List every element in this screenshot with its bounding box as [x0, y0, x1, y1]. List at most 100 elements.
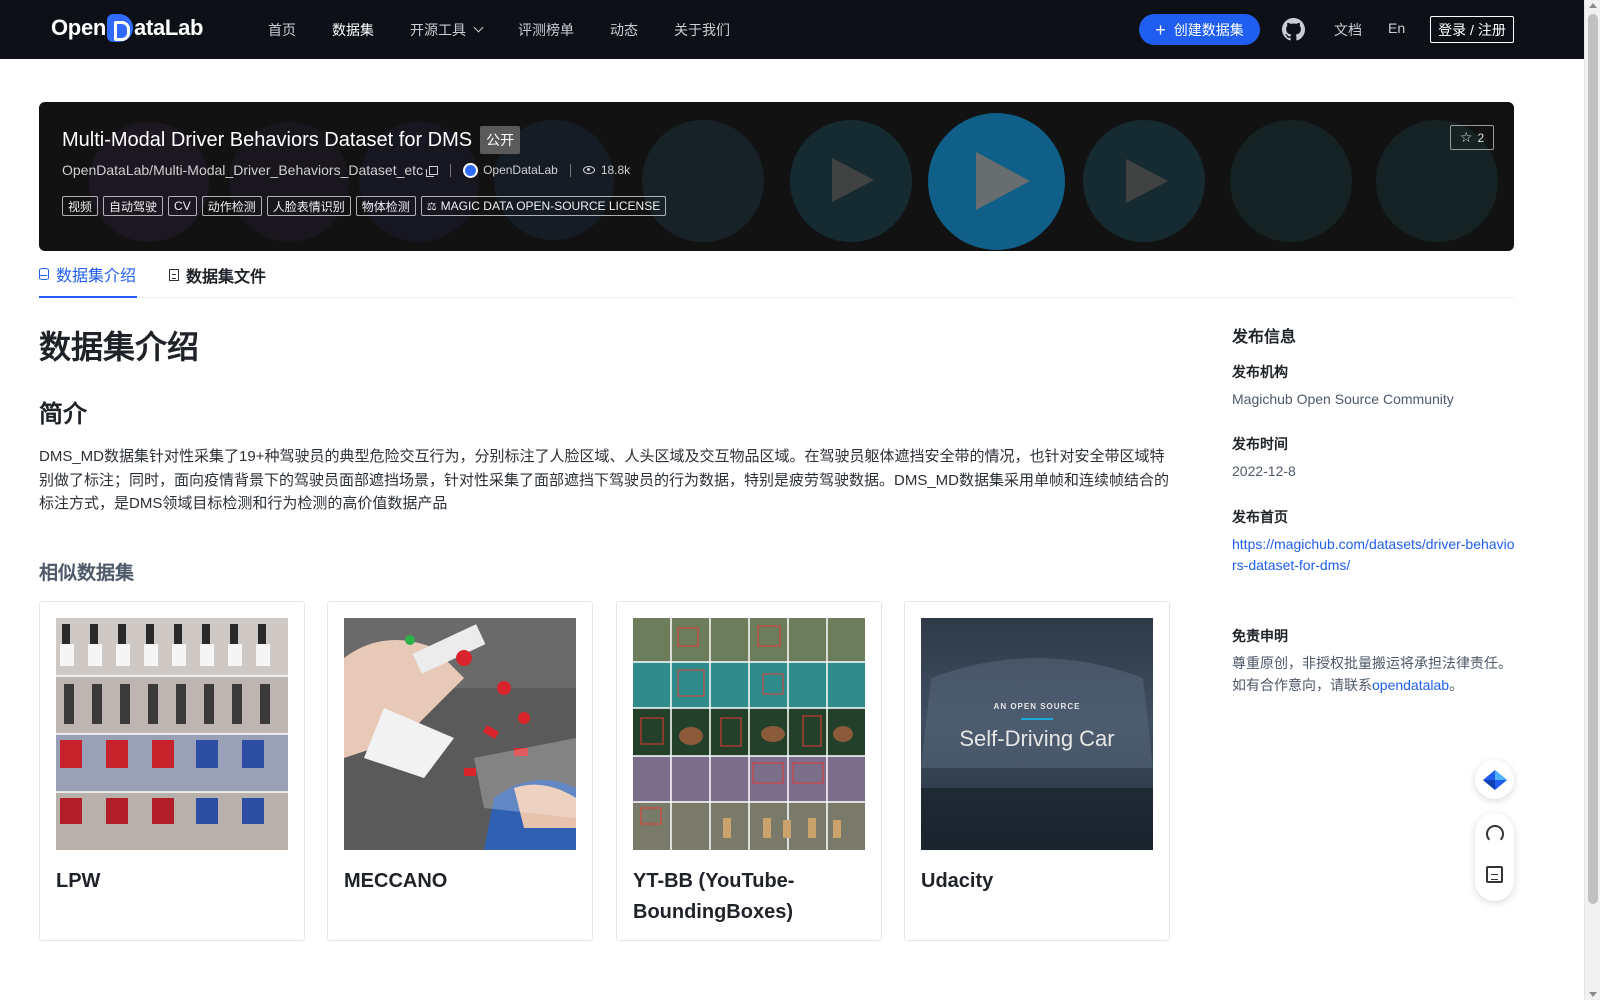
meta-divider — [569, 163, 571, 177]
dataset-description: DMS_MD数据集针对性采集了19+种驾驶员的典型危险交互行为，分别标注了人脸区… — [39, 448, 1170, 512]
eye-icon — [582, 166, 595, 174]
meccano-thumbnail-image — [344, 618, 576, 850]
disclaimer-line-2-prefix: 如有合作意向，请联系 — [1232, 677, 1372, 693]
create-dataset-button[interactable]: + 创建数据集 — [1139, 14, 1260, 45]
top-nav: Open ataLab 首页 数据集 开源工具 评测榜单 动态 关于我们 + 创… — [0, 0, 1584, 59]
tag[interactable]: 视频 — [62, 196, 99, 216]
homepage-label: 发布首页 — [1232, 509, 1288, 525]
language-switch[interactable]: En — [1388, 20, 1405, 36]
publish-date-value: 2022-12-8 — [1232, 463, 1296, 479]
lpw-thumbnail-image — [56, 618, 288, 850]
scroll-thumb[interactable] — [1588, 14, 1598, 904]
license-scale-icon: ⚖ — [426, 200, 437, 213]
license-tag[interactable]: ⚖ MAGIC DATA OPEN-SOURCE LICENSE — [420, 196, 667, 216]
nav-link-tools-label: 开源工具 — [410, 21, 466, 38]
tag[interactable]: CV — [168, 196, 197, 216]
disclaimer-line-2: 如有合作意向，请联系opendatalab。 — [1232, 674, 1522, 696]
logo-text-left: Open — [51, 15, 107, 40]
license-label: MAGIC DATA OPEN-SOURCE LICENSE — [440, 199, 661, 213]
visibility-badge: 公开 — [480, 126, 521, 154]
play-icon — [976, 152, 1030, 210]
tab-dataset-intro-label: 数据集介绍 — [56, 267, 137, 285]
section-title-intro: 简介 — [39, 401, 87, 428]
banner-decoration — [1230, 120, 1352, 242]
org-name[interactable]: OpenDataLab — [483, 163, 558, 177]
disclaimer-text: 尊重原创，非授权批量搬运将承担法律责任。 如有合作意向，请联系opendatal… — [1232, 652, 1522, 696]
dataset-title: Multi-Modal Driver Behaviors Dataset for… — [62, 128, 473, 151]
similar-dataset-card[interactable]: YT-BB (YouTube-BoundingBoxes) — [616, 601, 882, 941]
dataset-thumbnail — [344, 618, 576, 850]
tag[interactable]: 物体检测 — [355, 196, 416, 216]
tab-dataset-files[interactable]: 数据集文件 — [169, 251, 266, 298]
similar-dataset-name: LPW — [56, 870, 101, 892]
publish-info-title: 发布信息 — [1232, 329, 1297, 346]
github-icon[interactable] — [1282, 18, 1305, 41]
tag[interactable]: 自动驾驶 — [103, 196, 164, 216]
dataset-banner: Multi-Modal Driver Behaviors Dataset for… — [39, 102, 1514, 251]
star-count: 2 — [1477, 130, 1485, 145]
star-icon: ☆ — [1459, 129, 1473, 145]
opendatalab-logo[interactable]: Open ataLab — [51, 14, 203, 42]
tag[interactable]: 动作检测 — [201, 196, 262, 216]
similar-dataset-card[interactable]: AN OPEN SOURCE Self-Driving Car Udacity — [904, 601, 1170, 941]
contact-link[interactable]: opendatalab — [1372, 677, 1449, 693]
docs-link[interactable]: 文档 — [1334, 20, 1362, 40]
similar-dataset-name: Udacity — [921, 870, 994, 892]
play-icon — [832, 158, 874, 202]
tab-dataset-files-label: 数据集文件 — [186, 268, 267, 286]
publisher-label: 发布机构 — [1232, 364, 1288, 380]
dataset-tags: 视频 自动驾驶 CV 动作检测 人脸表情识别 物体检测 ⚖ MAGIC DATA… — [62, 196, 667, 216]
logo-text-right: ataLab — [134, 15, 204, 40]
login-button[interactable]: 登录 / 注册 — [1430, 16, 1514, 43]
dataset-thumbnail — [633, 618, 865, 850]
homepage-link[interactable]: https://magichub.com/datasets/driver-beh… — [1232, 534, 1515, 576]
scroll-down-arrow-icon[interactable] — [1589, 992, 1597, 997]
nav-link-news[interactable]: 动态 — [610, 20, 638, 40]
dataset-thumbnail: AN OPEN SOURCE Self-Driving Car — [921, 618, 1153, 850]
nav-link-home[interactable]: 首页 — [268, 20, 296, 40]
file-icon — [169, 268, 179, 281]
customer-service-icon[interactable] — [1486, 825, 1504, 843]
similar-dataset-name: MECCANO — [344, 870, 448, 892]
dataset-tabs: 数据集介绍 数据集文件 — [39, 251, 1514, 298]
similar-dataset-card[interactable]: LPW — [39, 601, 305, 941]
disclaimer-line-1: 尊重原创，非授权批量搬运将承担法律责任。 — [1232, 655, 1512, 671]
publish-date-label: 发布时间 — [1232, 436, 1288, 452]
org-avatar — [463, 162, 479, 178]
tag[interactable]: 人脸表情识别 — [266, 196, 351, 216]
assistant-float-button[interactable] — [1475, 760, 1514, 799]
create-dataset-label: 创建数据集 — [1173, 21, 1244, 38]
page-scrollbar[interactable] — [1584, 0, 1600, 1000]
publisher-value: Magichub Open Source Community — [1232, 391, 1454, 407]
feedback-icon[interactable] — [1486, 866, 1503, 883]
udacity-image-small-text: AN OPEN SOURCE — [993, 702, 1081, 711]
nav-link-tools[interactable]: 开源工具 — [410, 20, 484, 40]
nav-link-about[interactable]: 关于我们 — [674, 20, 730, 40]
logo-mark-icon — [107, 14, 134, 42]
star-button[interactable]: ☆ 2 — [1450, 125, 1494, 150]
scroll-up-arrow-icon[interactable] — [1589, 3, 1597, 8]
tab-dataset-intro[interactable]: 数据集介绍 — [39, 251, 137, 298]
udacity-image-large-text: Self-Driving Car — [959, 726, 1115, 751]
ytbb-thumbnail-image — [633, 618, 865, 850]
similar-dataset-card[interactable]: MECCANO — [327, 601, 593, 941]
diamond-logo-icon — [1482, 769, 1507, 790]
nav-link-datasets[interactable]: 数据集 — [332, 20, 374, 40]
nav-links: 首页 数据集 开源工具 评测榜单 动态 关于我们 — [268, 0, 766, 59]
page-title: 数据集介绍 — [39, 329, 200, 365]
nav-link-leaderboard[interactable]: 评测榜单 — [518, 20, 574, 40]
similar-dataset-name: YT-BB (YouTube-BoundingBoxes) — [633, 870, 795, 923]
chevron-down-icon — [473, 22, 484, 33]
dataset-thumbnail — [56, 618, 288, 850]
banner-decoration — [642, 120, 764, 242]
similar-datasets: LPW MECCANO YT-BB (YouTube-BoundingBoxes… — [39, 601, 1170, 941]
plus-icon: + — [1155, 19, 1166, 40]
disclaimer-label: 免责申明 — [1232, 628, 1288, 644]
copy-icon[interactable] — [426, 165, 439, 177]
section-title-similar: 相似数据集 — [39, 563, 135, 584]
disclaimer-suffix: 。 — [1449, 677, 1464, 693]
dataset-title-row: Multi-Modal Driver Behaviors Dataset for… — [62, 126, 521, 154]
floating-tools — [1475, 813, 1514, 901]
dataset-meta: OpenDataLab/Multi-Modal_Driver_Behaviors… — [62, 162, 630, 178]
meta-divider — [450, 163, 452, 177]
